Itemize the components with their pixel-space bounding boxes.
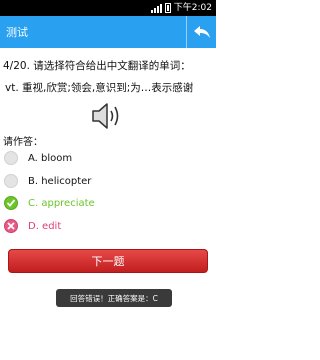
chinese-meaning: vt. 重视,欣赏;领会,意识到;为…表示感谢 <box>5 82 194 94</box>
page-title: 测试 <box>6 26 28 39</box>
option-label: C. appreciate <box>28 197 95 209</box>
back-button[interactable] <box>186 16 216 48</box>
radio-unselected-icon <box>4 151 18 165</box>
option-a[interactable]: A. bloom <box>4 148 184 168</box>
option-label: B. helicopter <box>28 175 92 187</box>
option-c[interactable]: C. appreciate <box>4 193 184 213</box>
signal-icon <box>150 3 162 13</box>
speaker-icon <box>92 103 119 129</box>
status-time: 下午2:02 <box>173 3 212 13</box>
option-label: A. bloom <box>28 152 73 164</box>
toast-message: 回答错误！正确答案是：C <box>56 289 172 307</box>
title-bar: 测试 <box>0 16 216 48</box>
cross-icon <box>4 219 18 233</box>
battery-icon <box>164 3 171 13</box>
play-audio-button[interactable] <box>91 102 125 134</box>
check-icon <box>4 196 18 210</box>
next-question-button[interactable]: 下一题 <box>8 249 208 273</box>
option-d[interactable]: D. edit <box>4 216 184 236</box>
answer-prompt: 请作答： <box>3 137 43 148</box>
back-arrow-icon <box>193 26 210 38</box>
radio-unselected-icon <box>4 174 18 188</box>
question-text: 4/20. 请选择符合给出中文翻译的单词： <box>3 60 191 72</box>
option-label: D. edit <box>28 220 62 232</box>
option-b[interactable]: B. helicopter <box>4 171 184 191</box>
status-bar: 下午2:02 <box>0 0 216 16</box>
